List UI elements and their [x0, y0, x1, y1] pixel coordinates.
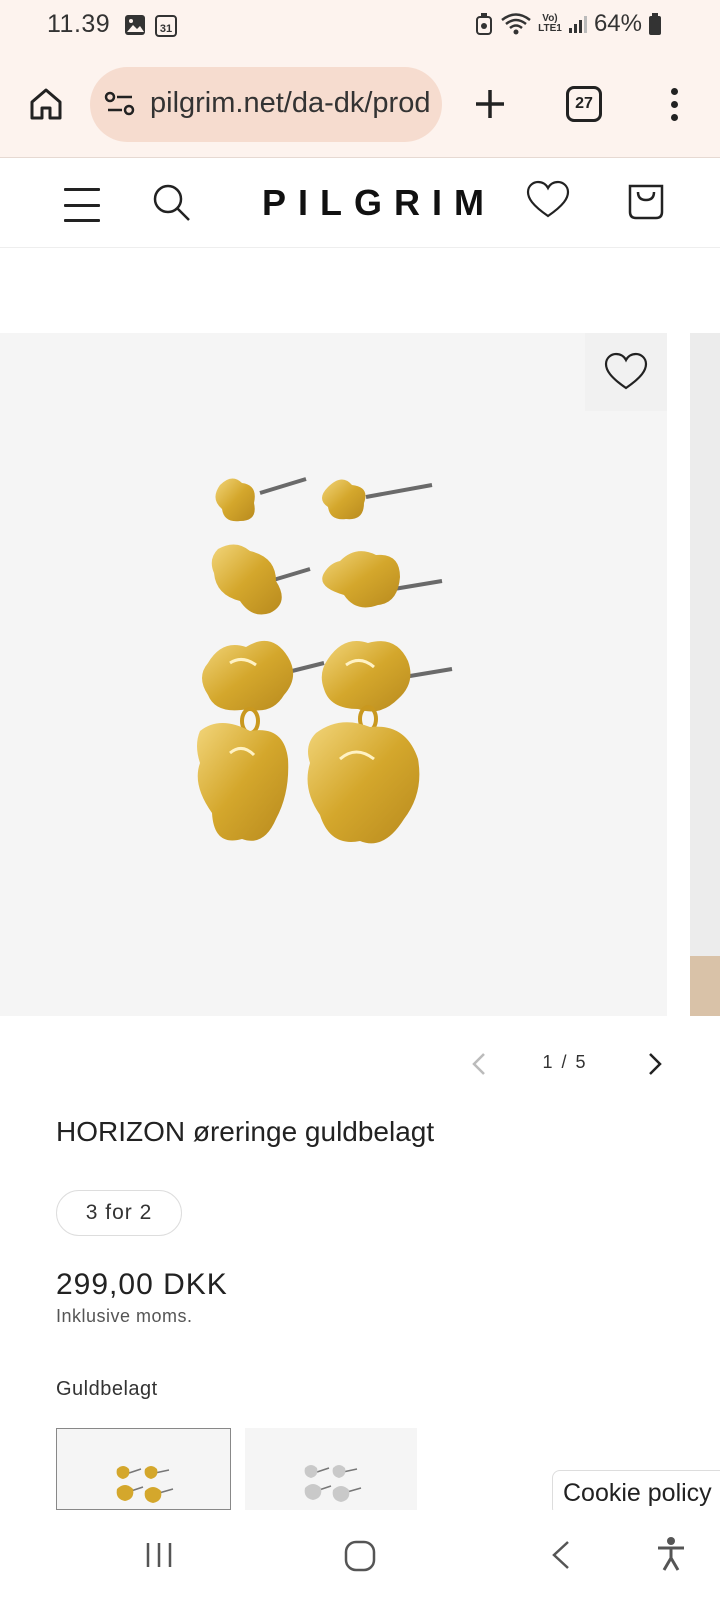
- tax-note: Inklusive moms.: [56, 1306, 193, 1326]
- search-icon[interactable]: [152, 183, 192, 223]
- silver-earrings-thumbnail: [304, 1465, 362, 1502]
- menu-dot: [670, 87, 678, 95]
- new-tab-button[interactable]: [468, 82, 512, 126]
- gold-earrings-thumbnail: [116, 1466, 174, 1503]
- variant-swatch-gold[interactable]: [56, 1428, 231, 1510]
- status-left-icons: 31: [124, 14, 178, 38]
- url-bar[interactable]: pilgrim.net/da-dk/products/horizon: [90, 67, 442, 142]
- tab-switcher-button[interactable]: 27: [566, 86, 602, 122]
- back-icon[interactable]: [550, 1540, 572, 1570]
- hamburger-line: [64, 188, 100, 191]
- promo-badge: 3 for 2: [56, 1190, 182, 1236]
- svg-text:31: 31: [160, 23, 172, 35]
- browser-menu-button[interactable]: [660, 80, 688, 128]
- status-time: 11.39: [47, 10, 111, 38]
- variant-swatch-silver[interactable]: [245, 1428, 417, 1510]
- product-price: 299,00 DKK: [56, 1268, 228, 1301]
- menu-dot: [670, 100, 678, 108]
- battery-percent: 64%: [593, 10, 642, 37]
- wifi-icon: [501, 13, 531, 35]
- product-image[interactable]: [0, 333, 667, 1016]
- status-bar: 11.39 31 Vo) LTE1 64%: [0, 0, 720, 52]
- hamburger-line: [64, 219, 100, 222]
- variant-label: Guldbelagt: [56, 1378, 158, 1400]
- wishlist-heart-icon[interactable]: [526, 180, 570, 220]
- data-saver-icon: [475, 13, 492, 35]
- add-to-favorites-button[interactable]: [585, 333, 667, 411]
- previous-image-chevron-icon[interactable]: [470, 1052, 490, 1076]
- earrings-illustration: [197, 477, 453, 844]
- next-image-chevron-icon[interactable]: [644, 1052, 664, 1076]
- site-header: PILGRIM: [0, 158, 720, 248]
- system-navigation-bar: [0, 1510, 720, 1600]
- browser-toolbar: pilgrim.net/da-dk/products/horizon 27: [0, 52, 720, 158]
- next-image-peek[interactable]: [690, 333, 720, 1016]
- heart-icon: [604, 352, 648, 390]
- site-settings-icon[interactable]: [104, 89, 136, 119]
- hamburger-menu-button[interactable]: [64, 188, 100, 222]
- network-label: Vo) LTE1: [538, 13, 562, 34]
- product-title: HORIZON øreringe guldbelagt: [56, 1116, 435, 1147]
- signal-icon: [568, 16, 587, 33]
- plus-icon: [476, 90, 504, 118]
- battery-icon: [649, 13, 661, 35]
- hamburger-line: [64, 203, 100, 207]
- browser-home-button[interactable]: [24, 82, 68, 126]
- image-counter: 1 / 5: [542, 1052, 588, 1072]
- menu-dot: [670, 113, 678, 121]
- gallery-icon: [125, 15, 145, 35]
- peek-image-detail: [690, 956, 720, 1016]
- cart-bag-icon[interactable]: [626, 178, 666, 220]
- accessibility-icon[interactable]: [656, 1536, 686, 1572]
- recent-apps-icon[interactable]: [144, 1540, 174, 1570]
- calendar-icon: 31: [155, 15, 177, 37]
- home-nav-icon[interactable]: [344, 1540, 376, 1572]
- brand-logo[interactable]: PILGRIM: [262, 182, 496, 224]
- home-icon: [30, 88, 62, 120]
- url-text[interactable]: pilgrim.net/da-dk/products/horizon: [150, 87, 430, 120]
- status-right: Vo) LTE1 64%: [474, 10, 662, 38]
